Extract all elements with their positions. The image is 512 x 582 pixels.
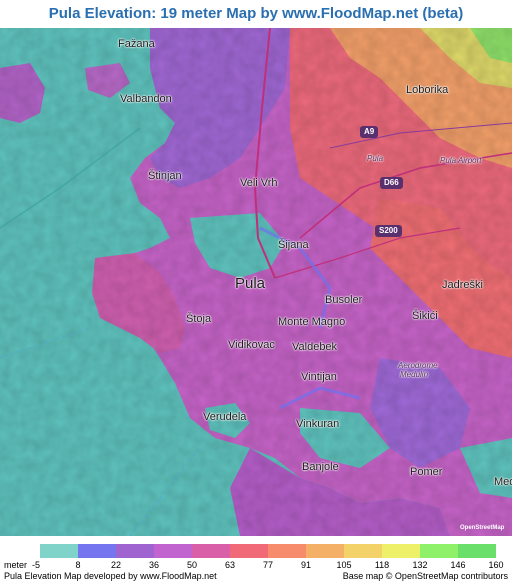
place-pula-airport: Pula Airport [440, 156, 482, 165]
map-title: Pula Elevation: 19 meter Map by www.Floo… [48, 5, 464, 22]
openstreetmap-logo: OpenStreetMap [460, 525, 505, 531]
place-pula: Pula [235, 275, 266, 292]
legend-tick-label: 118 [374, 560, 390, 570]
legend-swatch [78, 544, 116, 558]
place-vinkuran: Vinkuran [296, 418, 340, 430]
elevation-map[interactable]: Fažana Valbandon Loborika A9 Pula Pula A… [0, 28, 512, 536]
place-stinjan: Štinjan [148, 170, 182, 182]
legend-swatch [306, 544, 344, 558]
elevation-legend: meter -5 8 22 36 50 63 77 91 105 118 132 146 160 [0, 542, 512, 572]
place-valbandon: Valbandon [120, 93, 172, 105]
place-vintijan: Vintijan [301, 371, 337, 383]
place-medulin-airport: Medulin [400, 370, 429, 379]
place-stoja: Štoja [186, 313, 212, 325]
road-shield-a9: A9 [360, 126, 379, 138]
legend-unit: meter [4, 560, 28, 570]
place-sijana: Šijana [278, 239, 309, 251]
place-banjole: Banjole [302, 461, 339, 473]
place-pula-small: Pula [367, 154, 384, 163]
legend-tick-label: 22 [110, 560, 122, 570]
place-vidikovac: Vidikovac [228, 339, 275, 351]
footer-attribution: Base map © OpenStreetMap contributors [342, 571, 508, 581]
legend-tick-label: 8 [75, 560, 81, 570]
legend-swatch [40, 544, 78, 558]
place-busoler: Busoler [325, 294, 363, 306]
legend-tick-label: 77 [262, 560, 274, 570]
legend-tick-label: 63 [224, 560, 236, 570]
legend-tick-label: 91 [300, 560, 312, 570]
footer: Pula Elevation Map developed by www.Floo… [0, 571, 512, 582]
legend-tick-label: 146 [450, 560, 466, 570]
road-shield-d66: D66 [380, 177, 403, 189]
footer-credit: Pula Elevation Map developed by www.Floo… [4, 571, 217, 581]
place-loborika: Loborika [406, 84, 449, 96]
place-monte-magno: Monte Magno [278, 316, 346, 328]
legend-swatch [344, 544, 382, 558]
legend-color-bar [40, 544, 496, 558]
place-valdebek: Valdebek [292, 341, 338, 353]
place-aerodrome: Aerodrome [398, 361, 438, 370]
legend-tick-label: 105 [336, 560, 352, 570]
legend-tick-label: 50 [186, 560, 198, 570]
legend-tick-label: 132 [412, 560, 428, 570]
place-fazana: Fažana [118, 38, 155, 50]
legend-swatch [116, 544, 154, 558]
place-veli-vrh: Veli Vrh [240, 177, 278, 189]
legend-swatch [192, 544, 230, 558]
legend-swatch [154, 544, 192, 558]
legend-swatch [382, 544, 420, 558]
legend-tick-label: 36 [148, 560, 160, 570]
legend-tick-label: -5 [31, 560, 41, 570]
legend-tick-label: 160 [488, 560, 504, 570]
place-jadreski: Jadreški [442, 279, 483, 291]
place-med: Med [494, 476, 512, 488]
place-verudela: Verudela [203, 411, 247, 423]
legend-swatch [420, 544, 458, 558]
legend-swatch [230, 544, 268, 558]
place-pomer: Pomer [410, 466, 443, 478]
road-shield-s200: S200 [375, 225, 402, 237]
place-sikici: Šikići [412, 310, 438, 322]
legend-swatch [268, 544, 306, 558]
legend-swatch [458, 544, 496, 558]
